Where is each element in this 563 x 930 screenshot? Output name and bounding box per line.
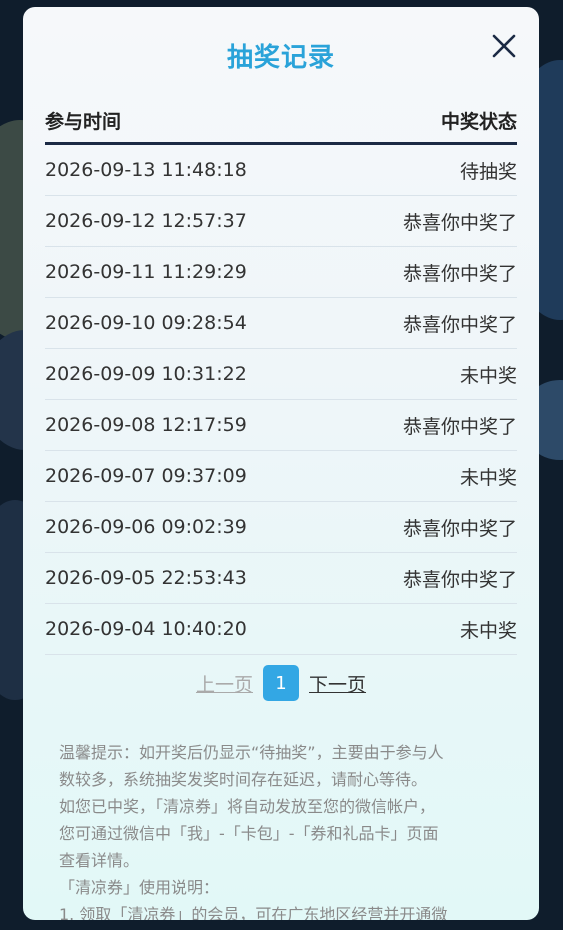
- next-page-link[interactable]: 下一页: [309, 670, 366, 697]
- record-status: 恭喜你中奖了: [402, 568, 517, 591]
- record-time: 2026-09-11 11:29:29: [45, 261, 247, 283]
- record-time: 2026-09-06 09:02:39: [45, 516, 247, 538]
- table-row: 2026-09-10 09:28:54 恭喜你中奖了: [45, 298, 517, 349]
- close-button[interactable]: [491, 33, 517, 59]
- record-time: 2026-09-04 10:40:20: [45, 618, 247, 640]
- record-status: 恭喜你中奖了: [402, 211, 517, 234]
- note-line: 您可通过微信中「我」-「卡包」-「券和礼品卡」页面: [59, 824, 439, 843]
- record-time: 2026-09-05 22:53:43: [45, 567, 247, 589]
- table-row: 2026-09-12 12:57:37 恭喜你中奖了: [45, 196, 517, 247]
- table-row: 2026-09-04 10:40:20 未中奖: [45, 604, 517, 655]
- record-time: 2026-09-07 09:37:09: [45, 465, 247, 487]
- record-status: 未中奖: [459, 364, 517, 387]
- note-line: 如您已中奖，「清凉券」将自动发放至您的微信帐户，: [59, 797, 436, 816]
- table-header: 参与时间 中奖状态: [45, 99, 517, 145]
- close-icon: [492, 34, 516, 58]
- table-row: 2026-09-13 11:48:18 待抽奖: [45, 145, 517, 196]
- table-row: 2026-09-05 22:53:43 恭喜你中奖了: [45, 553, 517, 604]
- note-line: 数较多，系统抽奖发奖时间存在延迟，请耐心等待。: [59, 770, 428, 789]
- record-status: 未中奖: [459, 466, 517, 489]
- table-row: 2026-09-06 09:02:39 恭喜你中奖了: [45, 502, 517, 553]
- record-time: 2026-09-08 12:17:59: [45, 414, 247, 436]
- records-table: 参与时间 中奖状态 2026-09-13 11:48:18 待抽奖 2026-09-…: [45, 99, 517, 655]
- header-status: 中奖状态: [440, 111, 517, 133]
- record-time: 2026-09-10 09:28:54: [45, 312, 247, 334]
- note-line: 1. 领取「清凉券」的会员，可在广东地区经营并开通微: [59, 905, 448, 920]
- record-status: 恭喜你中奖了: [402, 517, 517, 540]
- table-row: 2026-09-08 12:17:59 恭喜你中奖了: [45, 400, 517, 451]
- record-status: 恭喜你中奖了: [402, 262, 517, 285]
- note-line: 「清凉券」使用说明：: [59, 878, 220, 897]
- table-row: 2026-09-11 11:29:29 恭喜你中奖了: [45, 247, 517, 298]
- record-time: 2026-09-13 11:48:18: [45, 159, 247, 181]
- dialog-title: 抽奖记录: [226, 43, 335, 73]
- record-status: 恭喜你中奖了: [402, 415, 517, 438]
- record-time: 2026-09-09 10:31:22: [45, 363, 247, 385]
- table-row: 2026-09-09 10:31:22 未中奖: [45, 349, 517, 400]
- note-line: 温馨提示：如开奖后仍显示“待抽奖”，主要由于参与人: [59, 743, 444, 762]
- record-status: 未中奖: [459, 619, 517, 642]
- record-status: 待抽奖: [459, 160, 517, 183]
- current-page-button[interactable]: 1: [263, 665, 299, 701]
- prev-page-link[interactable]: 上一页: [196, 670, 253, 697]
- record-status: 恭喜你中奖了: [402, 313, 517, 336]
- lottery-records-dialog: 抽奖记录 参与时间 中奖状态 2026-09-13 11:48:18 待抽奖 202…: [23, 7, 539, 920]
- record-time: 2026-09-12 12:57:37: [45, 210, 247, 232]
- note-line: 查看详情。: [59, 851, 140, 870]
- table-row: 2026-09-07 09:37:09 未中奖: [45, 451, 517, 502]
- notes-text: 温馨提示：如开奖后仍显示“待抽奖”，主要由于参与人 数较多，系统抽奖发奖时间存在…: [59, 739, 511, 920]
- header-time: 参与时间: [45, 111, 122, 133]
- pagination: 上一页 1 下一页: [23, 664, 539, 702]
